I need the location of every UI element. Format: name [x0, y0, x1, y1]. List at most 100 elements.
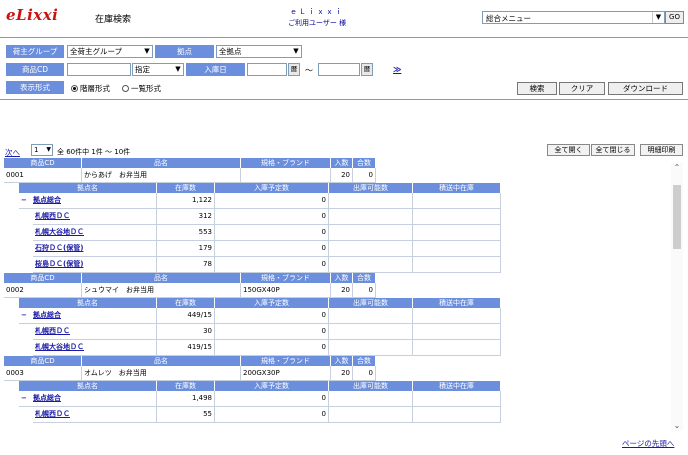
base-name-link[interactable]: 石狩ＤＣ(保管): [35, 244, 83, 252]
product-name-cell: からあげ お弁当用: [82, 168, 241, 183]
base-name-cell: 札幌西ＤＣ: [33, 209, 157, 225]
calendar-from-button[interactable]: 暦: [288, 63, 300, 76]
base-name-link[interactable]: 拠点総合: [33, 196, 61, 204]
product-name-cell: オムレツ お弁当用: [82, 366, 241, 381]
base-name-link[interactable]: 札幌西ＤＣ: [35, 410, 70, 418]
base-inbound-cell: 0: [215, 407, 329, 423]
clear-button[interactable]: クリア: [559, 82, 605, 95]
back-to-top-link[interactable]: ページの先頭へ: [622, 438, 674, 449]
receipt-date-label: 入庫日: [186, 63, 245, 76]
base-stock-cell: 553: [157, 225, 215, 241]
base-avail-cell: [329, 391, 413, 407]
base-select[interactable]: 全拠点 ▼: [216, 45, 302, 58]
download-button[interactable]: ダウンロード: [608, 82, 683, 95]
base-header-cell: 在庫数: [157, 381, 215, 391]
display-format-label: 表示形式: [6, 81, 64, 94]
base-inbound-cell: 0: [215, 257, 329, 273]
base-header-cell: 拠点名: [19, 298, 157, 308]
product-header-cell: 商品CD: [4, 158, 82, 168]
base-header-cell: 出庫可能数: [329, 381, 413, 391]
chevron-down-icon: ▼: [46, 146, 51, 153]
base-avail-cell: [329, 407, 413, 423]
radio-list-format[interactable]: 一覧形式: [122, 83, 161, 94]
base-stock-cell: 419/15: [157, 340, 215, 356]
base-name-cell: 札幌大谷地ＤＣ: [33, 225, 157, 241]
base-inbound-cell: 0: [215, 391, 329, 407]
radio-unselected-icon: [122, 85, 129, 92]
go-button[interactable]: GO: [665, 11, 684, 24]
calendar-to-button[interactable]: 暦: [361, 63, 373, 76]
product-header-cell: 商品CD: [4, 273, 82, 283]
base-header-cell: 出庫可能数: [329, 183, 413, 193]
match-mode-select[interactable]: 指定 ▼: [132, 63, 184, 76]
base-avail-cell: [329, 340, 413, 356]
product-count-cell: 0: [353, 366, 376, 381]
collapse-toggle-icon[interactable]: −: [19, 308, 31, 324]
item-code-input[interactable]: [67, 63, 131, 76]
base-header-row: 拠点名 在庫数 入庫予定数 出庫可能数 積送中在庫: [4, 381, 501, 391]
shipper-group-select[interactable]: 全荷主グループ ▼: [67, 45, 153, 58]
date-to-input[interactable]: [318, 63, 360, 76]
base-stock-cell: 1,498: [157, 391, 215, 407]
base-name-link[interactable]: 札幌大谷地ＤＣ: [35, 343, 84, 351]
base-transit-cell: [413, 241, 501, 257]
base-stock-cell: 78: [157, 257, 215, 273]
base-name-link[interactable]: 桜島ＤＣ(保管): [35, 260, 83, 268]
page-select[interactable]: 1 ▼: [31, 144, 53, 156]
date-from-input[interactable]: [247, 63, 287, 76]
base-header-row: 拠点名 在庫数 入庫予定数 出庫可能数 積送中在庫: [4, 298, 501, 308]
scroll-down-icon[interactable]: ⌄: [671, 421, 683, 431]
base-name-link[interactable]: 札幌西ＤＣ: [35, 212, 70, 220]
base-transit-cell: [413, 308, 501, 324]
base-name-link[interactable]: 札幌大谷地ＤＣ: [35, 228, 84, 236]
more-options-link[interactable]: ≫: [393, 65, 401, 74]
base-avail-cell: [329, 308, 413, 324]
collapse-toggle-icon[interactable]: −: [19, 193, 31, 209]
base-header-cell: 在庫数: [157, 183, 215, 193]
base-avail-cell: [329, 257, 413, 273]
product-qty-cell: 20: [331, 168, 353, 183]
product-spec-cell: [241, 168, 331, 183]
base-avail-cell: [329, 324, 413, 340]
base-stock-cell: 1,122: [157, 193, 215, 209]
product-code-cell: 0001: [4, 168, 82, 183]
expand-all-button[interactable]: 全て開く: [547, 144, 590, 156]
main-menu-select[interactable]: 総合メニュー ▼: [482, 11, 665, 24]
base-stock-cell: 449/15: [157, 308, 215, 324]
next-page-link[interactable]: 次へ: [5, 147, 20, 158]
base-name-link[interactable]: 拠点総合: [33, 394, 61, 402]
base-avail-cell: [329, 209, 413, 225]
stock-grid: 商品CD 品名 規格・ブランド 入数 合数 0001 からあげ お弁当用 20 0 拠点名 在庫数入…: [4, 158, 668, 440]
radio-tree-format[interactable]: 階層形式: [71, 83, 110, 94]
base-stock-cell: 55: [157, 407, 215, 423]
base-stock-cell: 30: [157, 324, 215, 340]
base-inbound-cell: 0: [215, 193, 329, 209]
base-label: 拠点: [155, 45, 214, 58]
base-header-row: 拠点名 在庫数 入庫予定数 出庫可能数 積送中在庫: [4, 183, 501, 193]
page-title: 在庫検索: [95, 15, 132, 25]
base-name-cell: 拠点総合: [31, 193, 157, 209]
scroll-up-icon[interactable]: ⌃: [671, 163, 683, 173]
print-detail-button[interactable]: 明細印刷: [640, 144, 683, 156]
product-qty-cell: 20: [331, 366, 353, 381]
grid-scrollbar[interactable]: ⌃ ⌄: [671, 163, 683, 431]
base-name-link[interactable]: 拠点総合: [33, 311, 61, 319]
user-greeting: ご利用ユーザー 様: [288, 19, 347, 27]
base-name-link[interactable]: 札幌西ＤＣ: [35, 327, 70, 335]
base-name-cell: 拠点総合: [31, 308, 157, 324]
main-menu-value: 総合メニュー: [486, 14, 531, 23]
product-header-cell: 品名: [82, 158, 241, 168]
product-header-cell: 規格・ブランド: [241, 158, 331, 168]
collapse-all-button[interactable]: 全て閉じる: [591, 144, 635, 156]
base-inbound-cell: 0: [215, 225, 329, 241]
base-header-cell: 拠点名: [19, 381, 157, 391]
search-button[interactable]: 検索: [517, 82, 557, 95]
system-name: ｅＬｉｘｘｉ: [290, 8, 344, 16]
base-name-cell: 札幌大谷地ＤＣ: [33, 340, 157, 356]
collapse-toggle-icon[interactable]: −: [19, 391, 31, 407]
base-header-cell: 入庫予定数: [215, 298, 329, 308]
product-code-cell: 0002: [4, 283, 82, 298]
base-inbound-cell: 0: [215, 241, 329, 257]
match-mode-value: 指定: [135, 65, 150, 74]
scroll-thumb[interactable]: [673, 185, 681, 249]
